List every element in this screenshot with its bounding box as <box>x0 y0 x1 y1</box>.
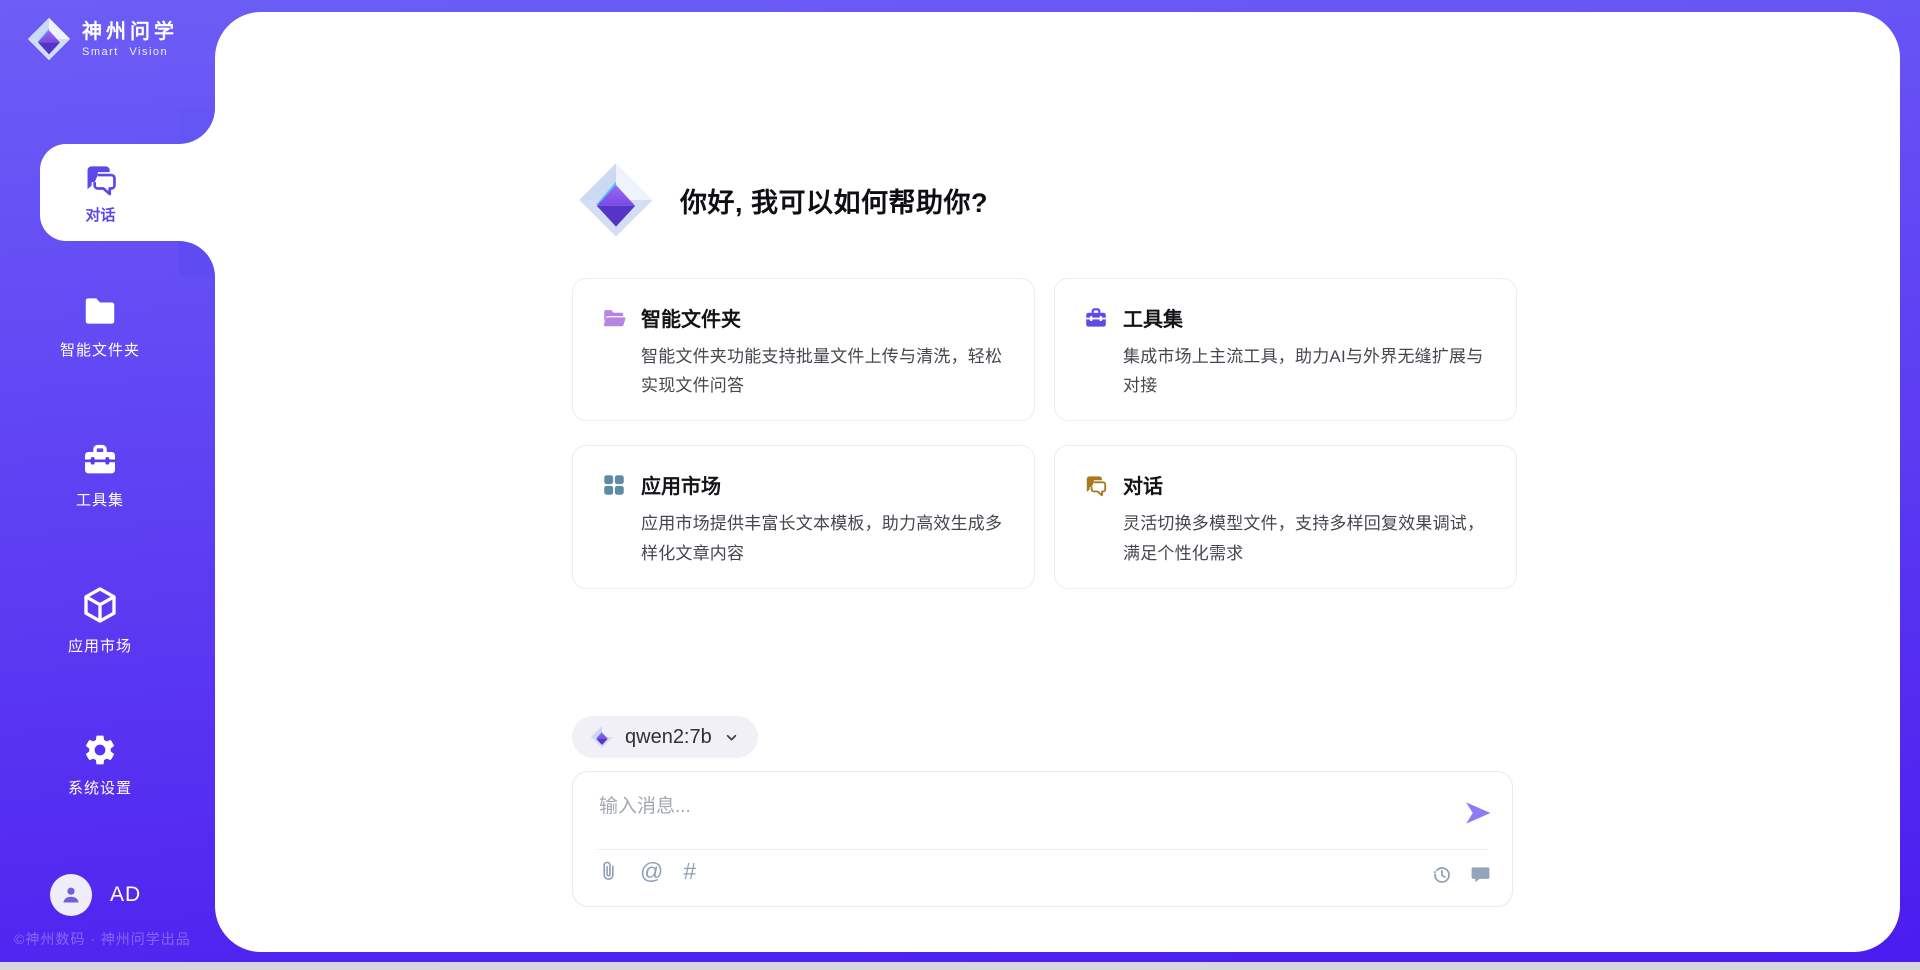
toolbox-icon <box>1083 305 1109 331</box>
hash-icon: # <box>683 860 696 883</box>
sidebar-item-label: 智能文件夹 <box>60 339 140 360</box>
model-selector[interactable]: qwen2:7b <box>572 716 758 758</box>
topic-button[interactable]: # <box>683 860 696 883</box>
card-description: 应用市场提供丰富长文本模板，助力高效生成多样化文章内容 <box>641 509 1006 567</box>
history-icon <box>1430 863 1453 886</box>
avatar <box>50 874 92 916</box>
composer-divider <box>597 849 1488 850</box>
folder-icon <box>81 292 119 330</box>
chat-bubble-icon <box>1469 863 1492 886</box>
sidebar-footer-text: ©神州数码 · 神州问学出品 <box>14 929 191 949</box>
chat-icon <box>82 160 120 198</box>
message-composer: @ # <box>572 771 1513 907</box>
person-icon <box>59 883 83 907</box>
send-button[interactable] <box>1462 798 1494 830</box>
assistant-diamond-icon <box>576 160 656 240</box>
card-toolset[interactable]: 工具集 集成市场上主流工具，助力AI与外界无缝扩展与对接 <box>1054 278 1517 421</box>
sidebar-item-smart-folder[interactable]: 智能文件夹 <box>0 292 200 360</box>
user-name: AD <box>110 883 141 907</box>
brand-name: 神州问学 <box>82 21 178 44</box>
user-account[interactable]: AD <box>50 874 141 916</box>
brand-diamond-icon <box>26 16 72 62</box>
send-icon <box>1463 798 1493 828</box>
folder-open-icon <box>601 305 627 331</box>
chat-icon <box>1083 472 1109 498</box>
brand-subtitle: Smart Vision <box>82 46 178 58</box>
greeting-text: 你好, 我可以如何帮助你? <box>680 181 988 220</box>
chevron-down-icon <box>723 729 740 746</box>
sidebar-item-toolset[interactable]: 工具集 <box>0 440 200 510</box>
brand-logo: 神州问学 Smart Vision <box>26 16 178 62</box>
card-title: 应用市场 <box>641 470 721 499</box>
card-app-market[interactable]: 应用市场 应用市场提供丰富长文本模板，助力高效生成多样化文章内容 <box>572 445 1035 588</box>
app-grid-icon <box>601 472 627 498</box>
sidebar-item-label: 对话 <box>85 204 115 225</box>
new-chat-button[interactable] <box>1469 863 1492 886</box>
sidebar-item-settings[interactable]: 系统设置 <box>0 732 200 798</box>
history-button[interactable] <box>1430 863 1453 886</box>
card-description: 集成市场上主流工具，助力AI与外界无缝扩展与对接 <box>1123 342 1488 400</box>
sidebar-item-label: 工具集 <box>76 489 124 510</box>
greeting-block: 你好, 我可以如何帮助你? <box>576 160 988 240</box>
toolbox-icon <box>80 440 120 480</box>
message-input[interactable] <box>599 790 1419 824</box>
card-description: 灵活切换多模型文件，支持多样回复效果调试，满足个性化需求 <box>1123 509 1488 567</box>
paperclip-icon <box>597 860 620 883</box>
attach-file-button[interactable] <box>597 860 620 883</box>
cube-icon <box>79 584 121 626</box>
at-icon: @ <box>640 860 663 883</box>
mention-button[interactable]: @ <box>640 860 663 883</box>
sidebar-item-label: 应用市场 <box>68 635 132 656</box>
card-chat[interactable]: 对话 灵活切换多模型文件，支持多样回复效果调试，满足个性化需求 <box>1054 445 1517 588</box>
sidebar-item-app-market[interactable]: 应用市场 <box>0 584 200 656</box>
card-description: 智能文件夹功能支持批量文件上传与清洗，轻松实现文件问答 <box>641 342 1006 400</box>
sidebar-item-chat[interactable]: 对话 <box>40 144 217 241</box>
card-title: 智能文件夹 <box>641 303 741 332</box>
card-title: 对话 <box>1123 470 1163 499</box>
active-tab-scoop-top <box>179 108 215 144</box>
active-tab-scoop-bottom <box>179 241 215 277</box>
sidebar-item-label: 系统设置 <box>68 777 132 798</box>
card-smart-folder[interactable]: 智能文件夹 智能文件夹功能支持批量文件上传与清洗，轻松实现文件问答 <box>572 278 1035 421</box>
card-title: 工具集 <box>1123 303 1183 332</box>
gear-icon <box>82 732 118 768</box>
model-name: qwen2:7b <box>625 726 712 749</box>
feature-cards: 智能文件夹 智能文件夹功能支持批量文件上传与清洗，轻松实现文件问答 工具集 集成… <box>572 278 1517 589</box>
window-bottom-edge <box>0 962 1920 970</box>
model-diamond-icon <box>590 725 614 749</box>
